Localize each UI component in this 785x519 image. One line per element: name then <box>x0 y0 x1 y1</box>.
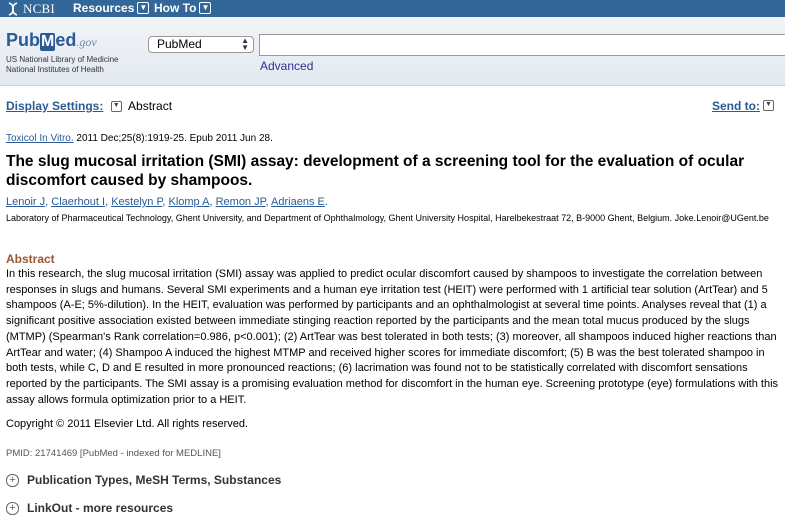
author-link[interactable]: Lenoir J <box>6 196 45 208</box>
resources-menu-label: Resources <box>73 1 135 15</box>
copyright-text: Copyright © 2011 Elsevier Ltd. All right… <box>6 418 249 430</box>
abstract-text: In this research, the slug mucosal irrit… <box>6 268 779 406</box>
citation-line: Toxicol In Vitro. 2011 Dec;25(8):1919-25… <box>6 133 273 144</box>
ncbi-topbar: NCBI Resources ▼ How To ▼ <box>0 0 785 17</box>
howto-menu[interactable]: How To ▼ <box>154 1 212 15</box>
expander-label: LinkOut - more resources <box>27 501 174 515</box>
chevron-down-icon: ▼ <box>137 2 150 14</box>
expander-label: Publication Types, MeSH Terms, Substance… <box>27 473 282 487</box>
howto-menu-label: How To <box>154 1 197 15</box>
chevron-down-icon[interactable]: ▼ <box>763 100 774 111</box>
pubmed-header: PubMed.gov US National Library of Medici… <box>0 17 785 86</box>
logo-m: M <box>40 33 56 51</box>
author-list: Lenoir J, Claerhout I, Kestelyn P, Klomp… <box>6 196 328 208</box>
author-link[interactable]: Claerhout I <box>51 196 105 208</box>
article-title: The slug mucosal irritation (SMI) assay:… <box>6 153 745 189</box>
search-input[interactable] <box>259 34 785 56</box>
nlm-credit: US National Library of Medicine National… <box>6 55 119 75</box>
citation-details: 2011 Dec;25(8):1919-25. Epub 2011 Jun 28… <box>73 133 273 144</box>
database-select-value: PubMed <box>157 37 202 51</box>
logo-ed: ed <box>55 30 77 50</box>
display-settings-link[interactable]: Display Settings: <box>6 99 103 113</box>
chevron-down-icon[interactable]: ▼ <box>110 101 122 113</box>
ncbi-logo[interactable]: NCBI <box>6 1 55 17</box>
advanced-search-link[interactable]: Advanced <box>260 59 313 73</box>
display-settings-row: Display Settings: ▼ Abstract Send to: ▼ <box>6 99 774 113</box>
nlm-line1: US National Library of Medicine <box>6 55 119 64</box>
ncbi-logo-text: NCBI <box>23 1 55 16</box>
expander-linkout[interactable]: + LinkOut - more resources <box>6 501 173 515</box>
pubmed-logo[interactable]: PubMed.gov <box>6 30 97 51</box>
logo-gov: .gov <box>76 35 97 49</box>
dna-helix-icon <box>8 2 18 16</box>
display-format-value: Abstract <box>128 99 173 113</box>
nlm-line2: National Institutes of Health <box>6 65 104 74</box>
pmid-text: PMID: 21741469 [PubMed - indexed for MED… <box>6 448 221 459</box>
chevron-down-icon: ▼ <box>199 2 212 14</box>
plus-icon: + <box>6 501 19 515</box>
journal-link[interactable]: Toxicol In Vitro. <box>6 133 74 144</box>
plus-icon: + <box>6 473 19 487</box>
abstract-heading: Abstract <box>6 252 55 266</box>
send-to-link[interactable]: Send to: <box>712 99 760 113</box>
affiliation: Laboratory of Pharmaceutical Technology,… <box>6 213 769 223</box>
select-arrows-icon: ▲ ▼ <box>241 36 249 52</box>
database-select[interactable]: PubMed ▲ ▼ <box>148 36 254 53</box>
author-link[interactable]: Kestelyn P <box>111 196 162 208</box>
author-link[interactable]: Klomp A <box>169 196 210 208</box>
author-link[interactable]: Adriaens E <box>271 196 325 208</box>
logo-pub: Pub <box>6 30 40 50</box>
resources-menu[interactable]: Resources ▼ <box>73 1 150 15</box>
expander-publication-types[interactable]: + Publication Types, MeSH Terms, Substan… <box>6 473 281 487</box>
author-link[interactable]: Remon JP <box>216 196 266 208</box>
